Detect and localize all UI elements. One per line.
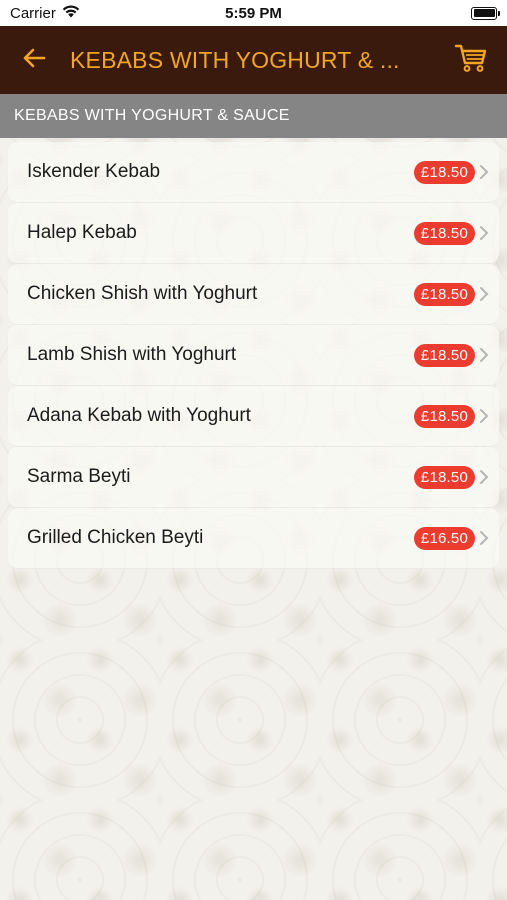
item-name: Sarma Beyti — [27, 466, 131, 487]
section-title: KEBABS WITH YOGHURT & SAUCE — [14, 107, 290, 124]
nav-bar: KEBABS WITH YOGHURT & ... — [0, 26, 507, 94]
item-name: Lamb Shish with Yoghurt — [27, 344, 237, 365]
menu-list: Iskender Kebab £18.50 Halep Kebab £18.50… — [0, 138, 507, 569]
price-badge: £18.50 — [413, 282, 475, 306]
chevron-right-icon — [479, 529, 491, 547]
menu-item[interactable]: Adana Kebab with Yoghurt £18.50 — [8, 386, 499, 447]
item-name: Adana Kebab with Yoghurt — [27, 405, 251, 426]
menu-item[interactable]: Sarma Beyti £18.50 — [8, 447, 499, 508]
price-badge: £18.50 — [413, 221, 475, 245]
cart-icon — [454, 43, 488, 78]
chevron-right-icon — [479, 407, 491, 425]
back-button[interactable] — [16, 42, 52, 78]
item-name: Iskender Kebab — [27, 161, 161, 182]
price-badge: £18.50 — [413, 404, 475, 428]
chevron-right-icon — [479, 163, 491, 181]
status-bar: Carrier 5:59 PM — [0, 0, 507, 26]
chevron-right-icon — [479, 285, 491, 303]
chevron-right-icon — [479, 346, 491, 364]
chevron-right-icon — [479, 224, 491, 242]
item-name: Halep Kebab — [27, 222, 137, 243]
price-badge: £18.50 — [413, 160, 475, 184]
menu-item[interactable]: Lamb Shish with Yoghurt £18.50 — [8, 325, 499, 386]
price-badge: £16.50 — [413, 526, 475, 550]
battery-icon — [471, 6, 500, 20]
menu-item[interactable]: Grilled Chicken Beyti £16.50 — [8, 508, 499, 569]
menu-item[interactable]: Halep Kebab £18.50 — [8, 203, 499, 264]
wifi-icon — [62, 5, 80, 22]
price-badge: £18.50 — [413, 343, 475, 367]
menu-item[interactable]: Chicken Shish with Yoghurt £18.50 — [8, 264, 499, 325]
item-name: Chicken Shish with Yoghurt — [27, 283, 258, 304]
chevron-right-icon — [479, 468, 491, 486]
page-title: KEBABS WITH YOGHURT & ... — [70, 46, 400, 73]
menu-item[interactable]: Iskender Kebab £18.50 — [8, 142, 499, 203]
status-left: Carrier — [10, 5, 80, 22]
price-badge: £18.50 — [413, 465, 475, 489]
arrow-left-icon — [22, 48, 46, 73]
cart-button[interactable] — [451, 40, 491, 80]
item-name: Grilled Chicken Beyti — [27, 527, 204, 548]
section-header: KEBABS WITH YOGHURT & SAUCE — [0, 94, 507, 138]
carrier-label: Carrier — [10, 4, 56, 22]
